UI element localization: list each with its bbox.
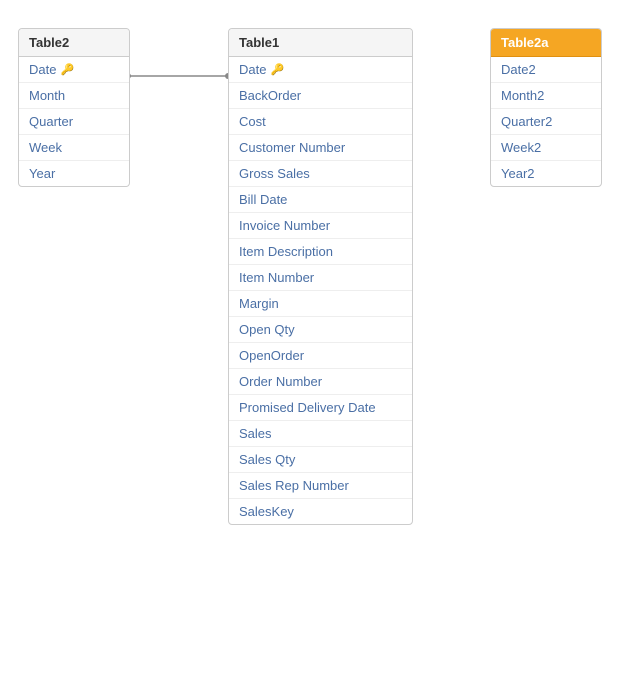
table1-row-sales-qty[interactable]: Sales Qty [229, 447, 412, 473]
table1-row-customer-number[interactable]: Customer Number [229, 135, 412, 161]
table2-header: Table2 [19, 29, 129, 57]
table1-row-open-order[interactable]: OpenOrder [229, 343, 412, 369]
t1-sales-label: Sales [239, 426, 272, 441]
quarter-label: Quarter [29, 114, 73, 129]
t1-cost-label: Cost [239, 114, 266, 129]
table1-row-cost[interactable]: Cost [229, 109, 412, 135]
t1-open-qty-label: Open Qty [239, 322, 295, 337]
key-icon: 🔑 [60, 63, 74, 76]
year-label: Year [29, 166, 55, 181]
table2a-row-year2[interactable]: Year2 [491, 161, 601, 186]
date-label: Date [29, 62, 56, 77]
t1-date-label: Date [239, 62, 266, 77]
t1-margin-label: Margin [239, 296, 279, 311]
table1-row-item-description[interactable]: Item Description [229, 239, 412, 265]
table1-row-bill-date[interactable]: Bill Date [229, 187, 412, 213]
table1-row-margin[interactable]: Margin [229, 291, 412, 317]
table2-row-date[interactable]: Date 🔑 [19, 57, 129, 83]
table1-row-item-number[interactable]: Item Number [229, 265, 412, 291]
t1-key-icon: 🔑 [270, 63, 284, 76]
table2a: Table2a Date2 Month2 Quarter2 Week2 Year… [490, 28, 602, 187]
t1-order-number-label: Order Number [239, 374, 322, 389]
t1-item-description-label: Item Description [239, 244, 333, 259]
table1: Table1 Date 🔑 BackOrder Cost Customer Nu… [228, 28, 413, 525]
table1-row-sales-rep-number[interactable]: Sales Rep Number [229, 473, 412, 499]
table1-header: Table1 [229, 29, 412, 57]
table2-row-week[interactable]: Week [19, 135, 129, 161]
table1-row-backorder[interactable]: BackOrder [229, 83, 412, 109]
table2: Table2 Date 🔑 Month Quarter Week Year [18, 28, 130, 187]
table1-row-invoice-number[interactable]: Invoice Number [229, 213, 412, 239]
table1-row-saleskey[interactable]: SalesKey [229, 499, 412, 524]
t1-backorder-label: BackOrder [239, 88, 301, 103]
t2a-week2-label: Week2 [501, 140, 541, 155]
t1-item-number-label: Item Number [239, 270, 314, 285]
t1-sales-rep-number-label: Sales Rep Number [239, 478, 349, 493]
table2a-row-month2[interactable]: Month2 [491, 83, 601, 109]
t1-customer-number-label: Customer Number [239, 140, 345, 155]
table2-row-year[interactable]: Year [19, 161, 129, 186]
t2a-month2-label: Month2 [501, 88, 544, 103]
table2a-row-week2[interactable]: Week2 [491, 135, 601, 161]
table2a-header: Table2a [491, 29, 601, 57]
canvas: Table2 Date 🔑 Month Quarter Week Year Ta… [0, 0, 618, 695]
table1-row-sales[interactable]: Sales [229, 421, 412, 447]
table2a-row-date2[interactable]: Date2 [491, 57, 601, 83]
t1-saleskey-label: SalesKey [239, 504, 294, 519]
t1-promised-delivery-date-label: Promised Delivery Date [239, 400, 376, 415]
t2a-year2-label: Year2 [501, 166, 535, 181]
t2a-date2-label: Date2 [501, 62, 536, 77]
table2-row-month[interactable]: Month [19, 83, 129, 109]
t1-bill-date-label: Bill Date [239, 192, 287, 207]
table1-row-open-qty[interactable]: Open Qty [229, 317, 412, 343]
month-label: Month [29, 88, 65, 103]
table2-row-quarter[interactable]: Quarter [19, 109, 129, 135]
t1-gross-sales-label: Gross Sales [239, 166, 310, 181]
t1-open-order-label: OpenOrder [239, 348, 304, 363]
table1-row-date[interactable]: Date 🔑 [229, 57, 412, 83]
week-label: Week [29, 140, 62, 155]
table1-row-promised-delivery-date[interactable]: Promised Delivery Date [229, 395, 412, 421]
table1-row-order-number[interactable]: Order Number [229, 369, 412, 395]
table1-row-gross-sales[interactable]: Gross Sales [229, 161, 412, 187]
table2a-row-quarter2[interactable]: Quarter2 [491, 109, 601, 135]
t2a-quarter2-label: Quarter2 [501, 114, 552, 129]
t1-sales-qty-label: Sales Qty [239, 452, 295, 467]
t1-invoice-number-label: Invoice Number [239, 218, 330, 233]
